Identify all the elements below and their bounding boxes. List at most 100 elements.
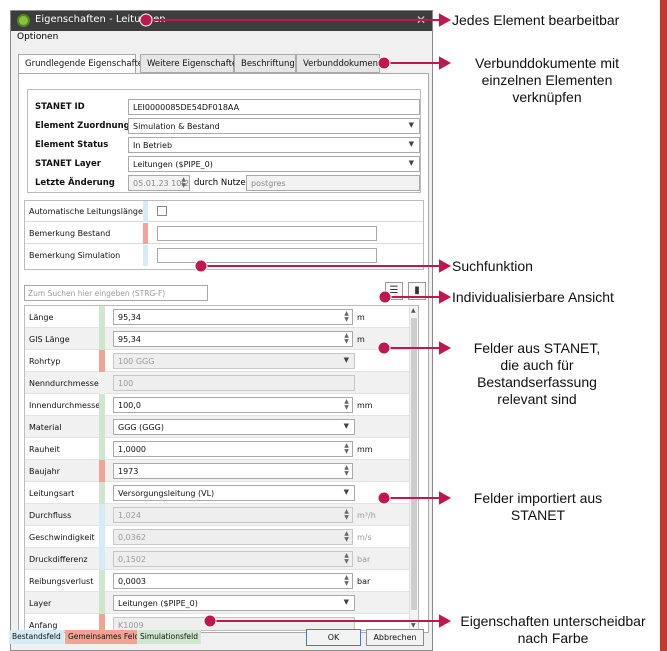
title-bar: Eigenschaften - Leitungen ✕: [11, 11, 432, 31]
spin-arrows-icon[interactable]: ▲ ▼: [343, 399, 350, 411]
field-input[interactable]: 0,0003 ▲ ▼: [113, 573, 353, 589]
layer-select[interactable]: Leitungen ($PIPE_0) ▼: [128, 156, 420, 172]
chevron-down-icon[interactable]: ▼: [344, 598, 349, 606]
field-label: Leitungsart: [29, 489, 75, 498]
spin-arrows-icon[interactable]: ▲ ▼: [343, 333, 350, 345]
field-row: Durchfluss 1,024 ▲ ▼ m³/h: [25, 504, 410, 526]
callout-colors-line2: nach Farbe: [517, 630, 589, 646]
callout-stanet-line3: Bestandserfassung: [477, 374, 597, 390]
list-view-icon[interactable]: ☰: [385, 282, 403, 300]
field-unit: mm: [357, 445, 373, 454]
field-unit: m/s: [357, 533, 372, 542]
arrowhead-6: [439, 491, 452, 505]
status-value: In Betrieb: [133, 141, 173, 150]
chevron-down-icon: ▼: [408, 140, 414, 148]
legend-simulation: Simulationsfeld: [137, 630, 201, 644]
field-input[interactable]: 1973 ▲ ▼: [113, 463, 353, 479]
chevron-down-icon[interactable]: ▼: [344, 356, 349, 364]
spin-arrows-icon[interactable]: ▲ ▼: [343, 575, 350, 587]
field-label: Nenndurchmesser: [29, 379, 103, 388]
chevron-down-icon[interactable]: ▼: [344, 422, 349, 430]
field-unit: bar: [357, 577, 371, 586]
callout-imported-line2: STANET: [510, 507, 566, 523]
scroll-thumb[interactable]: [411, 318, 417, 610]
field-select[interactable]: Versorgungsleitung (VL) ▼: [113, 485, 355, 501]
field-value: Leitungen ($PIPE_0): [118, 599, 198, 608]
field-row: Druckdifferenz 0,1502 ▲ ▼ bar: [25, 548, 410, 570]
row-bemerkung-bestand: Bemerkung Bestand: [25, 223, 423, 244]
stanet-id-field[interactable]: LEI0000085DE54DF018AA: [128, 99, 420, 115]
scroll-up-icon[interactable]: ▲: [411, 307, 416, 314]
stanet-id-label: STANET ID: [35, 102, 85, 112]
fields-table: Anfang K1009 Layer Leitungen ($PIPE_0) ▼ Reib…: [24, 305, 419, 631]
field-input[interactable]: 100,0 ▲ ▼: [113, 397, 353, 413]
field-input: 100: [113, 375, 355, 391]
callout-view: Individualisierbare Ansicht: [452, 289, 614, 305]
remarks-group: Automatische Leitungslänge Bemerkung Bes…: [24, 200, 424, 270]
tab-verbunddokumente[interactable]: Verbunddokumente: [296, 54, 387, 73]
field-select[interactable]: GGG (GGG) ▼: [113, 419, 355, 435]
status-select[interactable]: In Betrieb ▼: [128, 137, 420, 153]
field-label: Material: [29, 423, 62, 432]
field-input: 1,024 ▲ ▼: [113, 507, 353, 523]
field-input[interactable]: 1,0000 ▲ ▼: [113, 441, 353, 457]
field-input[interactable]: 95,34 ▲ ▼: [113, 309, 353, 325]
durch-nutzer-label: durch Nutzer: [194, 178, 250, 188]
field-select[interactable]: Leitungen ($PIPE_0) ▼: [113, 595, 355, 611]
spin-arrows-icon[interactable]: ▲ ▼: [343, 443, 350, 455]
search-input[interactable]: Zum Suchen hier eingeben (STRG-F): [24, 285, 208, 301]
row-letzte-aenderung: Letzte Änderung 05.01.23 10:24 ▲ ▼ durch N…: [28, 174, 422, 192]
callout-verbund: Verbunddokumente mit einzelnen Elementen…: [452, 55, 642, 106]
field-value: 1,0000: [118, 445, 146, 454]
tab-grundlegende-eigenschaften[interactable]: Grundlegende Eigenschaften: [18, 54, 148, 74]
bem-bestand-input[interactable]: [157, 226, 377, 241]
trash-icon[interactable]: ▮: [408, 282, 426, 300]
arrowhead-3: [439, 259, 452, 273]
ok-button[interactable]: OK: [306, 629, 361, 646]
scrollbar[interactable]: ▲ ▼: [409, 306, 418, 630]
spin-arrows-icon[interactable]: ▲ ▼: [343, 311, 350, 323]
spin-arrows-icon[interactable]: ▲ ▼: [343, 509, 350, 521]
simulation-color-strip: [143, 201, 148, 222]
callout-verbund-line2: einzelnen Elementen: [481, 72, 613, 88]
arrowhead-1: [439, 13, 452, 27]
arrowhead-2: [439, 56, 452, 70]
field-unit: m: [357, 313, 365, 322]
field-value: 0,0362: [118, 533, 146, 542]
menu-optionen[interactable]: Optionen: [17, 32, 58, 42]
spin-arrows-icon[interactable]: ▲ ▼: [343, 553, 350, 565]
tab-weitere-eigenschaften[interactable]: Weitere Eigenschaften: [140, 54, 243, 73]
basic-properties-group: STANET ID LEI0000085DE54DF018AA Element …: [27, 89, 421, 193]
field-value: 95,34: [118, 335, 141, 344]
field-input[interactable]: 95,34 ▲ ▼: [113, 331, 353, 347]
zuordnung-select[interactable]: Simulation & Bestand ▼: [128, 118, 420, 134]
callout-imported: Felder importiert aus STANET: [452, 490, 624, 524]
spin-arrows-icon[interactable]: ▲ ▼: [343, 531, 350, 543]
field-value: 95,34: [118, 313, 141, 322]
chevron-down-icon: ▼: [408, 121, 414, 129]
row-element-status: Element Status In Betrieb ▼: [28, 136, 422, 154]
field-color-strip: [99, 614, 105, 630]
callout-editable: Jedes Element bearbeitbar: [452, 12, 620, 28]
properties-dialog: Eigenschaften - Leitungen ✕ Optionen Gru…: [10, 10, 433, 651]
callout-colors: Eigenschaften unterscheidbar nach Farbe: [450, 613, 656, 647]
tab-beschriftung[interactable]: Beschriftung: [234, 54, 296, 73]
row-element-zuordnung: Element Zuordnung Simulation & Bestand ▼: [28, 117, 422, 135]
field-row: Baujahr 1973 ▲ ▼: [25, 460, 410, 482]
close-icon[interactable]: ✕: [416, 13, 426, 27]
bem-simulation-input[interactable]: [157, 248, 377, 263]
field-select: 100 GGG ▼: [113, 353, 355, 369]
field-value: Versorgungsleitung (VL): [118, 489, 215, 498]
field-label: Reibungsverlust: [29, 577, 94, 586]
field-row: Rohrtyp 100 GGG ▼: [25, 350, 410, 372]
aenderung-date-field: 05.01.23 10:24 ▲ ▼: [128, 175, 190, 191]
cancel-button[interactable]: Abbrechen: [366, 629, 424, 646]
scroll-down-icon[interactable]: ▼: [411, 622, 416, 629]
auto-length-checkbox[interactable]: [157, 206, 167, 216]
row-stanet-id: STANET ID LEI0000085DE54DF018AA: [28, 98, 422, 116]
chevron-down-icon[interactable]: ▼: [344, 488, 349, 496]
callout-stanet-fields: Felder aus STANET, die auch für Bestands…: [452, 340, 622, 408]
menu-bar: Optionen: [11, 31, 432, 46]
field-label: Innendurchmesser: [29, 401, 104, 410]
spin-arrows-icon[interactable]: ▲ ▼: [343, 465, 350, 477]
